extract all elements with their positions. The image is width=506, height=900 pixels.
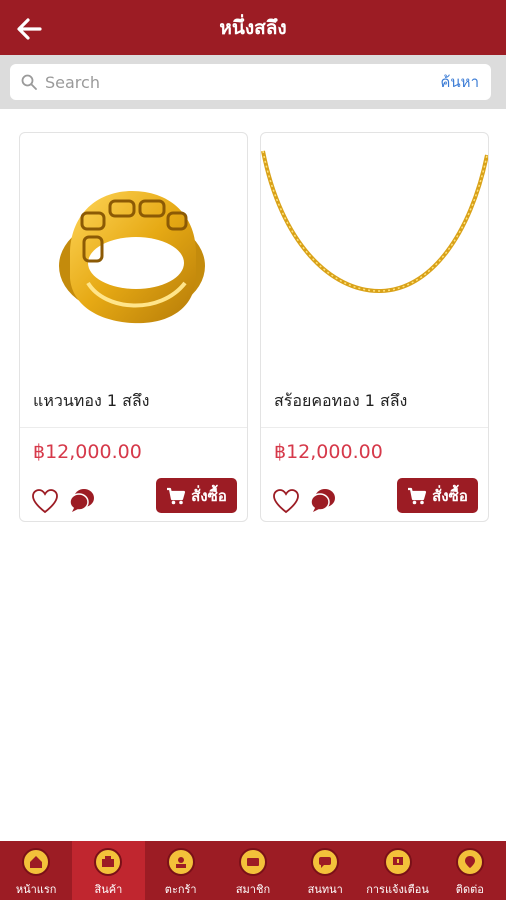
nav-label: สินค้า	[94, 883, 123, 896]
nav-item-cart[interactable]: ตะกร้า	[145, 841, 217, 900]
search-box: ค้นหา	[10, 64, 491, 100]
product-price: ฿12,000.00	[274, 441, 383, 463]
contact-icon	[455, 848, 484, 876]
nav-label: สมาชิก	[235, 883, 271, 896]
order-button-label: สั่งซื้อ	[191, 486, 227, 505]
product-price: ฿12,000.00	[33, 441, 142, 463]
nav-item-products[interactable]: สินค้า	[72, 841, 145, 900]
cart-icon	[166, 848, 195, 876]
nav-item-home[interactable]: หน้าแรก	[0, 841, 72, 900]
products-icon	[94, 848, 123, 876]
bottom-navigation: หน้าแรก สินค้า ตะกร้า สมาชิก สนทนา การแจ…	[0, 841, 506, 900]
divider	[20, 427, 247, 428]
back-arrow-icon[interactable]	[14, 14, 44, 44]
heart-icon[interactable]	[272, 488, 300, 514]
search-input[interactable]	[45, 67, 441, 97]
notification-icon	[383, 848, 412, 876]
nav-label: ติดต่อ	[455, 883, 484, 896]
gold-ring-image[interactable]	[20, 133, 247, 368]
nav-label: สนทนา	[307, 883, 343, 896]
nav-item-notifications[interactable]: การแจ้งเตือน	[361, 841, 433, 900]
product-name[interactable]: แหวนทอง 1 สลึง	[33, 389, 149, 414]
nav-label: ตะกร้า	[164, 883, 197, 896]
nav-label: หน้าแรก	[15, 883, 57, 896]
order-button-label: สั่งซื้อ	[432, 486, 468, 505]
nav-label: การแจ้งเตือน	[366, 883, 429, 896]
search-button[interactable]: ค้นหา	[440, 70, 479, 94]
product-grid: แหวนทอง 1 สลึง ฿12,000.00 สั่งซื้อ สร้อย…	[19, 132, 489, 522]
nav-item-contact[interactable]: ติดต่อ	[434, 841, 506, 900]
order-button[interactable]: สั่งซื้อ	[156, 478, 237, 513]
chat-bubble-icon[interactable]	[309, 486, 337, 514]
nav-item-member[interactable]: สมาชิก	[217, 841, 289, 900]
gold-necklace-image[interactable]	[261, 133, 488, 368]
app-bar: หนึ่งสลึง	[0, 0, 506, 55]
divider	[261, 427, 488, 428]
product-card[interactable]: สร้อยคอทอง 1 สลึง ฿12,000.00 สั่งซื้อ	[260, 132, 489, 522]
search-icon	[21, 74, 37, 90]
chat-icon	[311, 848, 340, 876]
search-bar: ค้นหา	[0, 55, 506, 109]
nav-item-chat[interactable]: สนทนา	[289, 841, 361, 900]
page-title: หนึ่งสลึง	[219, 16, 287, 39]
cart-icon	[408, 487, 427, 504]
home-icon	[22, 848, 51, 876]
cart-icon	[167, 487, 186, 504]
product-card[interactable]: แหวนทอง 1 สลึง ฿12,000.00 สั่งซื้อ	[19, 132, 248, 522]
chat-bubble-icon[interactable]	[68, 486, 96, 514]
order-button[interactable]: สั่งซื้อ	[397, 478, 478, 513]
member-icon	[238, 848, 267, 876]
heart-icon[interactable]	[31, 488, 59, 514]
product-name[interactable]: สร้อยคอทอง 1 สลึง	[274, 389, 407, 414]
